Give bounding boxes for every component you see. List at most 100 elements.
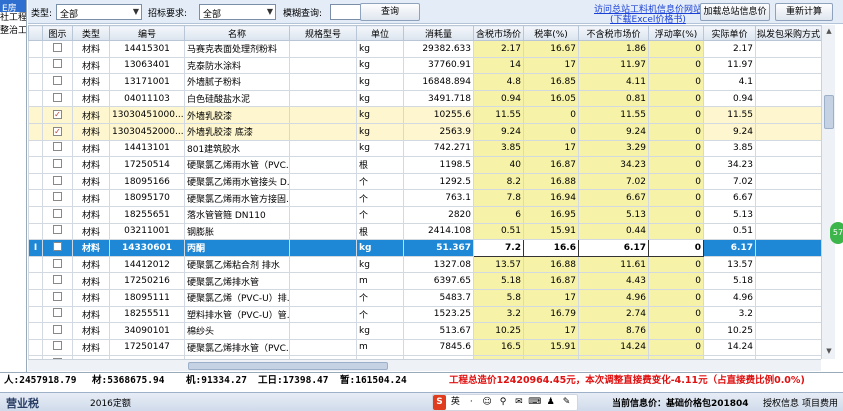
cell-tax-market-price[interactable]: 3.2 (473, 305, 524, 324)
row-checkbox-box[interactable] (53, 158, 62, 168)
project-fee-link[interactable]: 项目费用 (802, 396, 838, 409)
row-checkbox-box[interactable] (53, 258, 62, 268)
column-header[interactable]: 拟发包采购方式 (755, 25, 822, 41)
row-marker[interactable] (28, 272, 43, 290)
table-row[interactable]: 材料 14415301 马赛克表面处理剂粉料 kg 29382.633 2.17 16.67… (28, 40, 835, 58)
floating-badge[interactable]: 57 (830, 222, 843, 244)
skin-icon[interactable]: ♟ (544, 395, 557, 410)
cell-untaxed-price[interactable]: 2.74 (578, 305, 649, 324)
cell-tax-rate[interactable]: 16.85 (523, 73, 579, 91)
row-checkbox[interactable] (42, 288, 73, 307)
column-header[interactable]: 图示 (42, 25, 73, 41)
cell-float-rate[interactable]: 0 (648, 205, 704, 224)
row-checkbox-box[interactable] (53, 175, 62, 185)
table-row[interactable]: 材料 34090101 棉纱头 kg 513.67 10.25 17 8.76 0 10.25 (28, 322, 835, 340)
table-row[interactable]: ✓ 材料 13030451000... 外墙乳胶漆 kg 10255.6 11.55 0 11.… (28, 106, 835, 124)
license-info-link[interactable]: 授权信息 (763, 396, 799, 409)
row-marker[interactable] (28, 56, 43, 75)
column-header[interactable]: 浮动率(%) (648, 25, 704, 41)
column-header[interactable]: 税率(%) (523, 25, 579, 41)
row-checkbox-box[interactable] (53, 92, 62, 102)
table-row[interactable]: 材料 13063401 克泰防水涂料 kg 37760.91 14 17 11.97 0 11.9… (28, 56, 835, 75)
row-checkbox-box[interactable] (53, 75, 62, 85)
row-checkbox[interactable] (42, 255, 73, 274)
ime-lang-toggle[interactable]: 英 (449, 395, 462, 410)
cell-tax-market-price[interactable]: 7.2 (473, 239, 524, 257)
cell-tax-rate[interactable]: 16.67 (523, 40, 579, 58)
row-marker[interactable] (28, 255, 43, 274)
row-checkbox[interactable] (42, 89, 73, 108)
cell-float-rate[interactable]: 0 (648, 89, 704, 108)
column-header[interactable]: 单位 (356, 25, 404, 41)
cell-procurement-mode[interactable] (755, 73, 822, 91)
table-row[interactable]: 材料 17250147 硬聚氯乙烯排水管（PVC... m 7845.6 16.5 15.9… (28, 338, 835, 357)
table-row[interactable]: 材料 18095111 硬聚氯乙烯（PVC-U）排... 个 5483.7 5.8 17 4.… (28, 288, 835, 307)
cell-tax-rate[interactable]: 16.87 (523, 156, 579, 174)
row-marker[interactable] (28, 89, 43, 108)
row-checkbox-box[interactable] (53, 341, 62, 351)
column-header[interactable]: 编号 (109, 25, 185, 41)
cell-float-rate[interactable]: 0 (648, 56, 704, 75)
table-row[interactable]: 材料 04011103 白色硅酸盐水泥 kg 3491.718 0.94 16.05 0.81… (28, 89, 835, 108)
table-row[interactable]: 材料 18095170 硬聚氯乙烯雨水管方接固... 个 763.1 7.8 16.94 6.… (28, 189, 835, 207)
row-checkbox[interactable] (42, 272, 73, 290)
project-tree-tab[interactable]: E房 (0, 0, 26, 12)
cell-tax-rate[interactable]: 16.6 (523, 239, 579, 257)
cell-float-rate[interactable]: 0 (648, 40, 704, 58)
cell-untaxed-price[interactable]: 6.17 (578, 239, 649, 257)
row-checkbox-box[interactable] (53, 225, 62, 235)
cell-untaxed-price[interactable]: 1.86 (578, 40, 649, 58)
cell-procurement-mode[interactable] (755, 338, 822, 357)
cell-procurement-mode[interactable] (755, 40, 822, 58)
cell-procurement-mode[interactable] (755, 139, 822, 158)
cell-tax-market-price[interactable]: 9.24 (473, 122, 524, 141)
row-marker[interactable] (28, 139, 43, 158)
cell-untaxed-price[interactable]: 34.23 (578, 156, 649, 174)
row-marker[interactable] (28, 338, 43, 357)
cell-tax-rate[interactable]: 0 (523, 122, 579, 141)
type-select[interactable]: 全部 ▼ (56, 4, 142, 20)
row-marker[interactable] (28, 172, 43, 191)
cell-procurement-mode[interactable] (755, 305, 822, 324)
cell-tax-rate[interactable]: 17 (523, 56, 579, 75)
row-checkbox-box[interactable] (53, 42, 62, 52)
row-checkbox[interactable]: ✓ (42, 106, 73, 124)
cell-procurement-mode[interactable] (755, 255, 822, 274)
cell-tax-market-price[interactable]: 5.18 (473, 272, 524, 290)
row-checkbox-box[interactable] (53, 192, 62, 202)
keyboard-icon[interactable]: ⌨ (528, 395, 541, 410)
cell-tax-rate[interactable]: 16.88 (523, 255, 579, 274)
cell-tax-rate[interactable]: 16.79 (523, 305, 579, 324)
vertical-scroll-thumb[interactable] (824, 95, 834, 129)
table-row[interactable]: 材料 18255651 落水管管箍 DN110 个 2820 6 16.95 5.13 0 5.1… (28, 205, 835, 224)
row-marker[interactable] (28, 322, 43, 340)
cell-tax-rate[interactable]: 17 (523, 288, 579, 307)
table-row[interactable]: 材料 17250216 硬聚氯乙烯排水管 m 6397.65 5.18 16.87 4.43 0… (28, 272, 835, 290)
cell-untaxed-price[interactable]: 5.13 (578, 205, 649, 224)
cell-tax-market-price[interactable]: 13.57 (473, 255, 524, 274)
row-checkbox[interactable] (42, 205, 73, 224)
cell-tax-rate[interactable]: 17 (523, 139, 579, 158)
cell-float-rate[interactable]: 0 (648, 156, 704, 174)
cell-untaxed-price[interactable]: 7.02 (578, 172, 649, 191)
row-checkbox-box[interactable] (53, 291, 62, 301)
cell-tax-rate[interactable]: 16.87 (523, 272, 579, 290)
download-excel-link[interactable]: (下载Excel价格书) (610, 12, 686, 25)
mail-icon[interactable]: ✉ (512, 395, 525, 410)
row-checkbox-box[interactable] (53, 308, 62, 318)
row-marker[interactable] (28, 122, 43, 141)
row-checkbox-box[interactable] (53, 208, 62, 218)
ime-punct-icon[interactable]: · (465, 395, 478, 410)
cell-procurement-mode[interactable] (755, 122, 822, 141)
cell-tax-rate[interactable]: 15.91 (523, 222, 579, 241)
row-checkbox-box[interactable] (53, 59, 62, 69)
row-marker[interactable] (28, 73, 43, 91)
cell-tax-market-price[interactable]: 40 (473, 156, 524, 174)
cell-procurement-mode[interactable] (755, 156, 822, 174)
row-checkbox[interactable] (42, 73, 73, 91)
column-header[interactable]: 含税市场价 (473, 25, 524, 41)
cell-tax-market-price[interactable]: 11.55 (473, 106, 524, 124)
row-checkbox-box[interactable]: ✓ (53, 110, 62, 120)
cell-tax-market-price[interactable]: 5.8 (473, 288, 524, 307)
query-button[interactable]: 查询 (360, 3, 420, 21)
